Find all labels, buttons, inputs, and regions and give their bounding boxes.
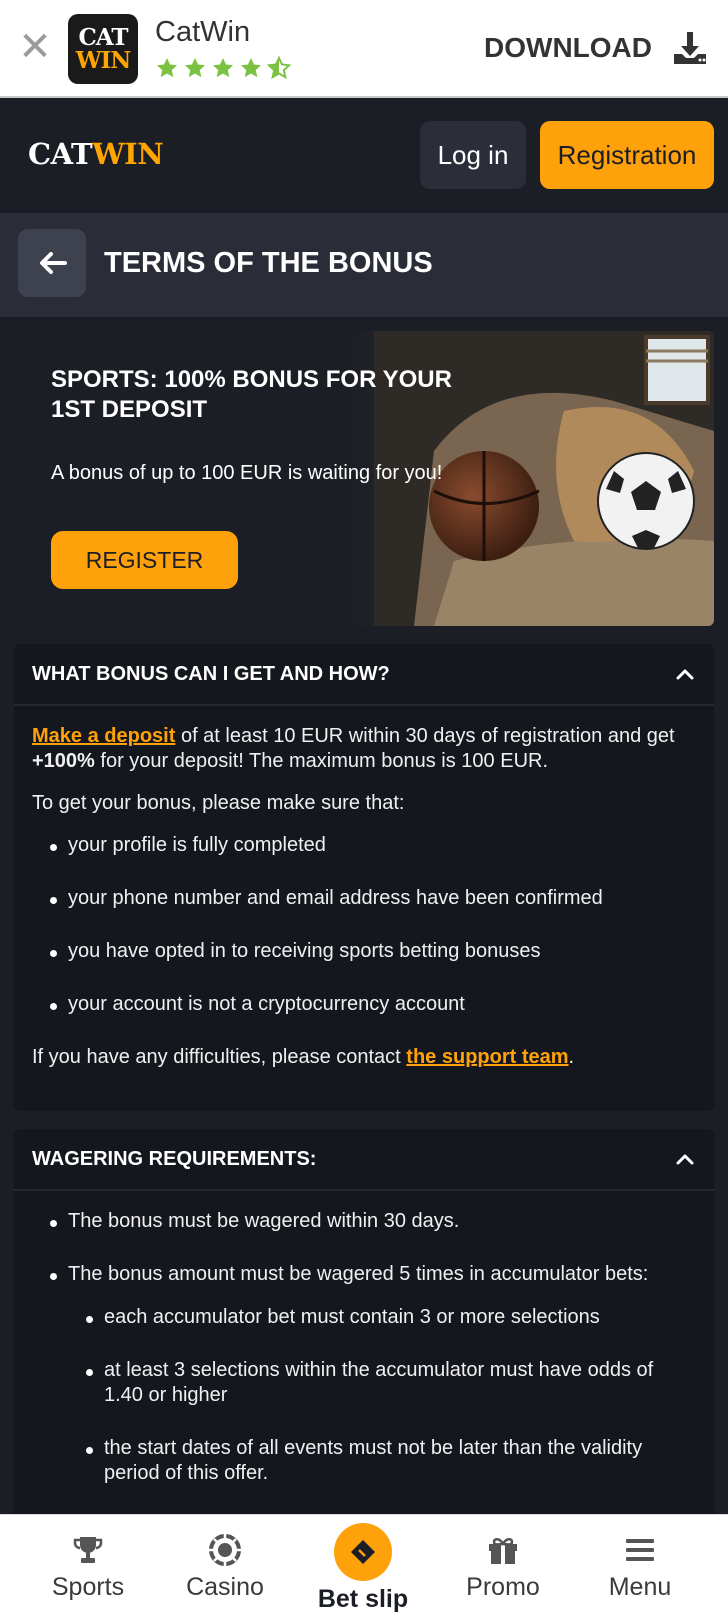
casino-chip-icon — [209, 1534, 241, 1566]
half-star-icon — [267, 56, 291, 80]
app-name: CatWin — [155, 16, 251, 48]
nav-menu-label: Menu — [608, 1573, 672, 1601]
nav-bet-slip-label: Bet slip — [317, 1585, 409, 1613]
page-title-bar: TERMS OF THE BONUS — [0, 213, 728, 317]
bonus-percent: +100% — [32, 750, 95, 772]
app-icon-line2: WIN — [75, 47, 132, 74]
page-title: TERMS OF THE BONUS — [104, 247, 433, 279]
list-item: at least 3 selections within the accumul… — [86, 1358, 696, 1408]
conditions-lead: To get your bonus, please make sure that… — [32, 792, 405, 814]
nav-casino-label: Casino — [186, 1573, 264, 1601]
back-button[interactable] — [18, 229, 86, 297]
nav-menu[interactable]: Menu — [575, 1515, 705, 1618]
bottom-navigation: Sports Casino Bet slip Promo Menu — [0, 1514, 728, 1618]
hamburger-menu-icon — [626, 1539, 654, 1561]
star-icon — [157, 58, 177, 78]
accordion-title: WAGERING REQUIREMENTS: — [32, 1147, 317, 1170]
logo-part1: CAT — [28, 137, 93, 171]
catwin-logo[interactable]: CATWIN — [28, 137, 164, 171]
list-item: The bonus must be wagered within 30 days… — [50, 1209, 696, 1234]
star-icon — [241, 58, 261, 78]
nav-sports-label: Sports — [51, 1573, 125, 1601]
accordion-body: Make a deposit of at least 10 EUR within… — [14, 706, 714, 1070]
list-item: you have opted in to receiving sports be… — [50, 939, 696, 964]
accumulator-rules-list: each accumulator bet must contain 3 or m… — [68, 1305, 696, 1486]
chevron-up-icon[interactable] — [674, 663, 696, 685]
register-button[interactable]: REGISTER — [51, 531, 238, 589]
rating-stars — [155, 56, 291, 80]
list-item-text: The bonus amount must be wagered 5 times… — [68, 1263, 649, 1285]
support-team-link[interactable]: the support team — [406, 1046, 568, 1068]
support-end: . — [568, 1046, 575, 1068]
list-item: each accumulator bet must contain 3 or m… — [86, 1305, 696, 1330]
deposit-text: of at least 10 EUR within 30 days of reg… — [175, 725, 675, 747]
site-header: CATWIN Log in Registration — [0, 99, 728, 213]
app-icon-line1: CAT — [78, 24, 128, 51]
gift-icon — [489, 1538, 517, 1564]
promo-title: SPORTS: 100% BONUS FOR YOUR 1ST DEPOSIT — [51, 366, 452, 423]
nav-promo[interactable]: Promo — [438, 1515, 568, 1618]
star-icon — [185, 58, 205, 78]
list-item: your account is not a cryptocurrency acc… — [50, 992, 696, 1017]
nav-bet-slip[interactable]: Bet slip — [298, 1515, 428, 1618]
registration-button[interactable]: Registration — [540, 121, 714, 189]
app-icon: CAT WIN — [68, 14, 138, 84]
list-item: The bonus amount must be wagered 5 times… — [50, 1262, 696, 1486]
conditions-list: your profile is fully completed your pho… — [32, 833, 696, 1017]
download-icon — [674, 32, 706, 64]
nav-promo-label: Promo — [466, 1573, 540, 1601]
nav-sports[interactable]: Sports — [23, 1515, 153, 1618]
support-paragraph: If you have any difficulties, please con… — [32, 1045, 696, 1070]
login-button[interactable]: Log in — [420, 121, 526, 189]
accordion-header[interactable]: WHAT BONUS CAN I GET AND HOW? — [14, 644, 714, 706]
accordion-body: The bonus must be wagered within 30 days… — [14, 1191, 714, 1486]
list-item: your profile is fully completed — [50, 833, 696, 858]
bonus-info-accordion: WHAT BONUS CAN I GET AND HOW? Make a dep… — [14, 644, 714, 1111]
logo-part2: WIN — [92, 137, 164, 171]
app-install-banner: ✕ CAT WIN CatWin DOWNLOAD — [0, 0, 728, 98]
promo-banner: SPORTS: 100% BONUS FOR YOUR 1ST DEPOSIT … — [14, 331, 714, 626]
list-item: your phone number and email address have… — [50, 886, 696, 911]
list-item: the start dates of all events must not b… — [86, 1436, 696, 1486]
accordion-title: WHAT BONUS CAN I GET AND HOW? — [32, 662, 390, 685]
download-label: DOWNLOAD — [484, 32, 652, 63]
trophy-icon — [73, 1537, 103, 1563]
ticket-icon — [351, 1540, 375, 1564]
accordion-header[interactable]: WAGERING REQUIREMENTS: — [14, 1129, 714, 1191]
deposit-paragraph: Make a deposit of at least 10 EUR within… — [32, 724, 696, 774]
arrow-left-icon — [40, 252, 67, 274]
bet-slip-badge — [334, 1523, 392, 1581]
support-text: If you have any difficulties, please con… — [32, 1046, 407, 1068]
nav-casino[interactable]: Casino — [160, 1515, 290, 1618]
wagering-list: The bonus must be wagered within 30 days… — [32, 1209, 696, 1486]
wagering-accordion: WAGERING REQUIREMENTS: The bonus must be… — [14, 1129, 714, 1549]
star-icon — [213, 58, 233, 78]
make-deposit-link[interactable]: Make a deposit — [32, 725, 175, 747]
chevron-up-icon[interactable] — [674, 1148, 696, 1170]
deposit-text-end: for your deposit! The maximum bonus is 1… — [94, 750, 549, 772]
download-button[interactable]: DOWNLOAD — [484, 28, 710, 68]
promo-subtitle: A bonus of up to 100 EUR is waiting for … — [51, 462, 443, 484]
close-icon[interactable]: ✕ — [18, 27, 52, 67]
